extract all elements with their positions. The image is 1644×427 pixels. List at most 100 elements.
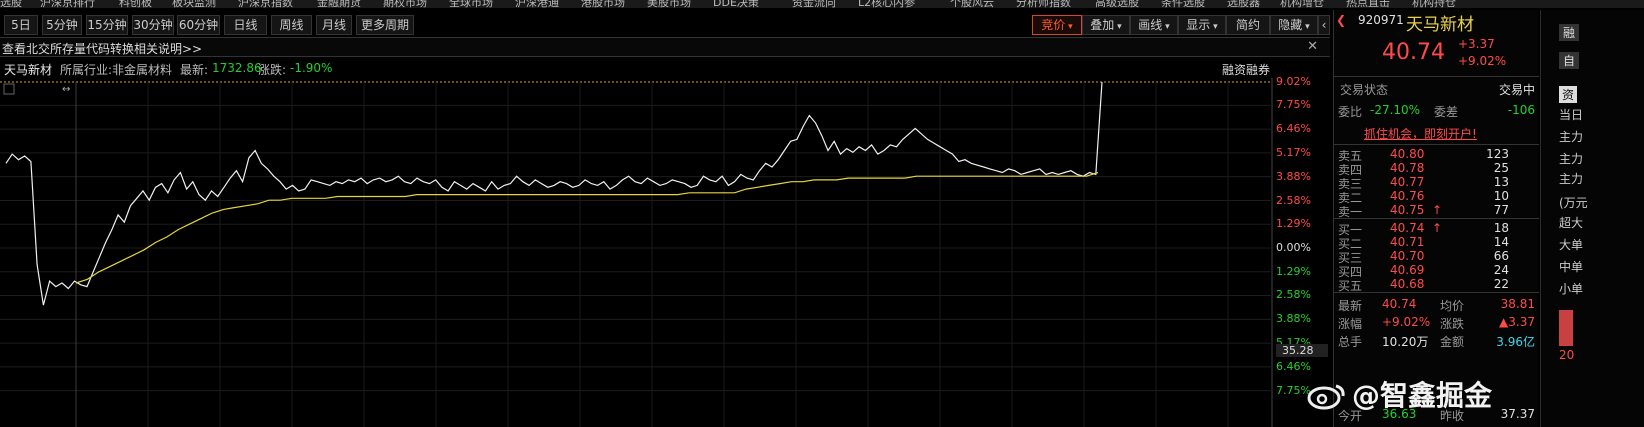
- webi-value: -27.10%: [1370, 103, 1421, 117]
- notice-bar[interactable]: 查看北交所存量代码转换相关说明>> ✕: [0, 37, 1330, 57]
- tool-draw-label: 画线: [1138, 18, 1163, 32]
- scroll-left-button[interactable]: ‹: [1318, 15, 1330, 35]
- top-menu-item[interactable]: 个股风云: [950, 0, 994, 8]
- tool-overlay-label: 叠加: [1090, 18, 1115, 32]
- top-menu-item[interactable]: 科创板: [119, 0, 152, 8]
- stat-row: 总手 10.20万 金额 3.96亿: [1334, 332, 1539, 350]
- period-tab[interactable]: 5日: [4, 15, 38, 35]
- weibo-icon: [1307, 384, 1345, 410]
- ask-volume: 10: [1493, 189, 1509, 203]
- period-tab[interactable]: 更多周期: [356, 15, 414, 35]
- stock-name: 天马新材: [4, 63, 53, 77]
- tool-bid-button[interactable]: 竞价 ▾: [1032, 15, 1082, 35]
- ask-volume: 123: [1486, 147, 1509, 161]
- ask-row: 卖五 40.80 123: [1334, 146, 1539, 163]
- stat-row: 最新 40.74 均价 38.81: [1334, 296, 1539, 314]
- close-icon[interactable]: ✕: [1307, 39, 1318, 54]
- bid-price: 40.69: [1390, 263, 1425, 277]
- tool-simple-label: 简约: [1235, 18, 1260, 32]
- intraday-chart-svg[interactable]: ↔: [0, 78, 1330, 427]
- top-menu-item[interactable]: L2核心内参: [858, 0, 915, 8]
- tool-show-button[interactable]: 显示 ▾: [1178, 15, 1226, 35]
- tool-hide-label: 隐藏: [1278, 18, 1303, 32]
- status-label: 交易状态: [1340, 83, 1389, 97]
- bid-price: 40.70: [1390, 249, 1425, 263]
- average-price-line: [75, 171, 1099, 284]
- y-label-down: 6.46%: [1276, 359, 1311, 373]
- top-menu-item[interactable]: 资金流向: [792, 0, 836, 8]
- margin-link[interactable]: 融资融券: [1222, 61, 1270, 78]
- ask-row: 卖一 40.75 77 ↑: [1334, 202, 1539, 219]
- top-menu-item[interactable]: 机构持仓: [1412, 0, 1456, 8]
- top-menu-item[interactable]: 金融期货: [317, 0, 361, 8]
- top-menu-item[interactable]: 期权市场: [383, 0, 427, 8]
- industry-value[interactable]: 非金属材料: [112, 61, 172, 78]
- watchlist-tab[interactable]: 自: [1559, 52, 1580, 69]
- period-tab[interactable]: 30分钟: [132, 15, 174, 35]
- bid-row: 买四 40.69 24: [1334, 262, 1539, 279]
- tool-overlay-button[interactable]: 叠加 ▾: [1082, 15, 1130, 35]
- dropdown-arrow-icon: ▾: [1114, 22, 1122, 32]
- trade-status-row: 交易状态 交易中: [1334, 80, 1539, 98]
- ask-row: 卖三 40.77 13: [1334, 174, 1539, 191]
- current-price: 40.74: [1382, 40, 1445, 65]
- resize-icon[interactable]: ↔: [62, 84, 70, 95]
- top-menu-item[interactable]: 沪深港通: [515, 0, 559, 8]
- stock-name-large: 天马新材: [1406, 15, 1474, 35]
- period-tab[interactable]: 60分钟: [177, 15, 220, 35]
- divider: [1334, 218, 1539, 219]
- fund-flow-item: 小单: [1559, 282, 1584, 296]
- top-menu-item[interactable]: 热点直击: [1346, 0, 1390, 8]
- period-tab[interactable]: 日线: [224, 15, 267, 35]
- stock-code: 920971: [1358, 13, 1404, 27]
- ask-row: 卖二 40.76 10: [1334, 188, 1539, 205]
- notice-link[interactable]: 查看北交所存量代码转换相关说明>>: [2, 40, 202, 57]
- period-tab[interactable]: 周线: [271, 15, 312, 35]
- expand-icon[interactable]: [3, 83, 15, 95]
- top-menu-item[interactable]: 分析师指数: [1016, 0, 1071, 8]
- y-cursor-value: 35.28: [1276, 344, 1328, 358]
- top-menu-item[interactable]: 高级选股: [1095, 0, 1139, 8]
- up-arrow-icon: ↑: [1432, 221, 1443, 235]
- bid-row: 买三 40.70 66: [1334, 248, 1539, 265]
- top-menu-item[interactable]: 全球市场: [449, 0, 493, 8]
- dropdown-arrow-icon: ▾: [1302, 22, 1310, 32]
- period-tab[interactable]: 月线: [316, 15, 352, 35]
- top-menu-item[interactable]: 选股: [0, 0, 22, 8]
- tool-simple-button[interactable]: 简约: [1226, 15, 1270, 35]
- margin-tab[interactable]: 融: [1559, 24, 1580, 41]
- stat-value: 38.81: [1500, 297, 1535, 311]
- top-menu-item[interactable]: 机构增仓: [1280, 0, 1324, 8]
- top-menu-item[interactable]: 港股市场: [581, 0, 625, 8]
- stat-value: ▲3.37: [1499, 315, 1535, 329]
- fund-flow-item: 超大: [1559, 216, 1584, 230]
- trading-app: { "top_menu": ["选股","沪深京排行","科创板","板块监测"…: [0, 0, 1644, 427]
- divider: [1334, 76, 1539, 77]
- collapse-icon[interactable]: ❮: [1336, 13, 1346, 27]
- y-label-down: 3.88%: [1276, 312, 1311, 326]
- top-menu-item[interactable]: 美股市场: [647, 0, 691, 8]
- y-label-up: 5.17%: [1276, 145, 1311, 159]
- y-label-down: 1.29%: [1276, 264, 1311, 278]
- open-account-link[interactable]: 抓住机会，即刻开户!: [1364, 125, 1477, 142]
- stat-label: 涨幅: [1338, 317, 1363, 331]
- period-tab[interactable]: 5分钟: [42, 15, 82, 35]
- period-tab[interactable]: 15分钟: [86, 15, 128, 35]
- top-menu-item[interactable]: DDE决策: [713, 0, 759, 8]
- ask-row: 卖四 40.78 25: [1334, 160, 1539, 177]
- y-label-up: 2.58%: [1276, 193, 1311, 207]
- top-menu-item[interactable]: 沪深京指数: [238, 0, 293, 8]
- top-menu-item[interactable]: 沪深京排行: [40, 0, 95, 8]
- pct-change: +9.02%: [1458, 54, 1507, 68]
- period-toolbar: 5日 5分钟 15分钟 30分钟 60分钟 日线 周线 月线 更多周期 竞价 ▾ 叠加 ▾ 画线 ▾ 显…: [0, 14, 1330, 36]
- tool-draw-button[interactable]: 画线 ▾: [1130, 15, 1178, 35]
- quote-price-row: 40.74 +3.37 +9.02%: [1334, 36, 1539, 74]
- top-menu-item[interactable]: 板块监测: [172, 0, 216, 8]
- stat-row: 涨幅 +9.02% 涨跌 ▲3.37: [1334, 314, 1539, 332]
- fund-flow-panel: 融自资当日 主力 主力 主力 (万元 超大 大单 中单 小单 20: [1540, 10, 1644, 427]
- top-menu-item[interactable]: 条件选股: [1161, 0, 1205, 8]
- tool-hide-button[interactable]: 隐藏 ▾: [1270, 15, 1318, 35]
- dropdown-arrow-icon: ▾: [1210, 22, 1218, 32]
- top-menu-item[interactable]: 选股器: [1227, 0, 1260, 8]
- intraday-chart[interactable]: ↔ 9.02% 7.75% 6.46% 5.17% 3.88% 2.58% 1.29% 0.0…: [0, 75, 1330, 427]
